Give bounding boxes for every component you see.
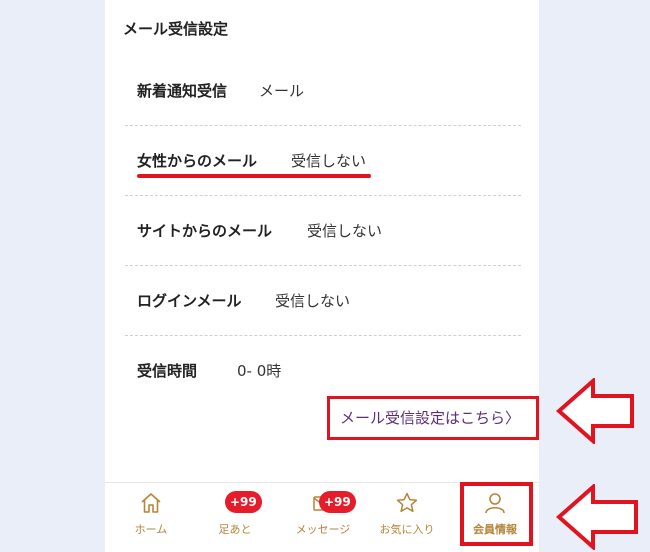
mail-settings-link-label: メール受信設定はこちら [340,409,506,427]
setting-value: 受信しない [307,222,383,240]
nav-home[interactable]: ホーム [111,483,191,543]
setting-row-new-notification[interactable]: 新着通知受信 メール [125,56,521,126]
setting-value: メール [259,82,305,100]
setting-label: サイトからのメール [137,222,273,240]
star-icon [396,492,418,513]
pointer-arrow-icon [556,484,638,550]
setting-value: 0- 0時 [237,362,282,380]
footprints-badge: +99 [225,491,262,513]
nav-label: ホーム [134,523,168,536]
setting-label: 新着通知受信 [137,82,228,100]
nav-footprints[interactable]: +99 足あと [195,483,275,543]
setting-row-login-mail[interactable]: ログインメール 受信しない [125,266,521,336]
highlight-underline [137,174,371,178]
bottom-navbar: ホーム +99 足あと +99 メッセージ お気に入り 会員情報 [105,482,539,552]
nav-label: メッセージ [295,523,351,536]
messages-badge: +99 [319,491,356,513]
mail-settings-link[interactable]: メール受信設定はこちら〉 [340,399,520,437]
pointer-arrow-icon [556,378,634,444]
chevron-right-icon: 〉 [505,409,521,427]
mail-settings-link-highlight[interactable]: メール受信設定はこちら〉 [327,396,539,440]
nav-label: 足あと [218,523,252,536]
setting-row-site-mail[interactable]: サイトからのメール 受信しない [125,196,521,266]
setting-value: 受信しない [275,292,351,310]
setting-row-female-mail[interactable]: 女性からのメール 受信しない [125,126,521,196]
setting-label: 受信時間 [137,362,198,380]
nav-label: お気に入り [379,523,435,536]
home-icon [141,493,161,513]
section-title: メール受信設定 [123,20,229,38]
nav-favorites[interactable]: お気に入り [367,483,447,543]
setting-label: ログインメール [137,292,242,310]
setting-value: 受信しない [291,152,367,170]
member-info-highlight [460,482,533,546]
nav-messages[interactable]: +99 メッセージ [283,483,363,543]
settings-panel: メール受信設定 新着通知受信 メール 女性からのメール 受信しない サイトからの… [105,0,539,552]
setting-label: 女性からのメール [137,152,258,170]
